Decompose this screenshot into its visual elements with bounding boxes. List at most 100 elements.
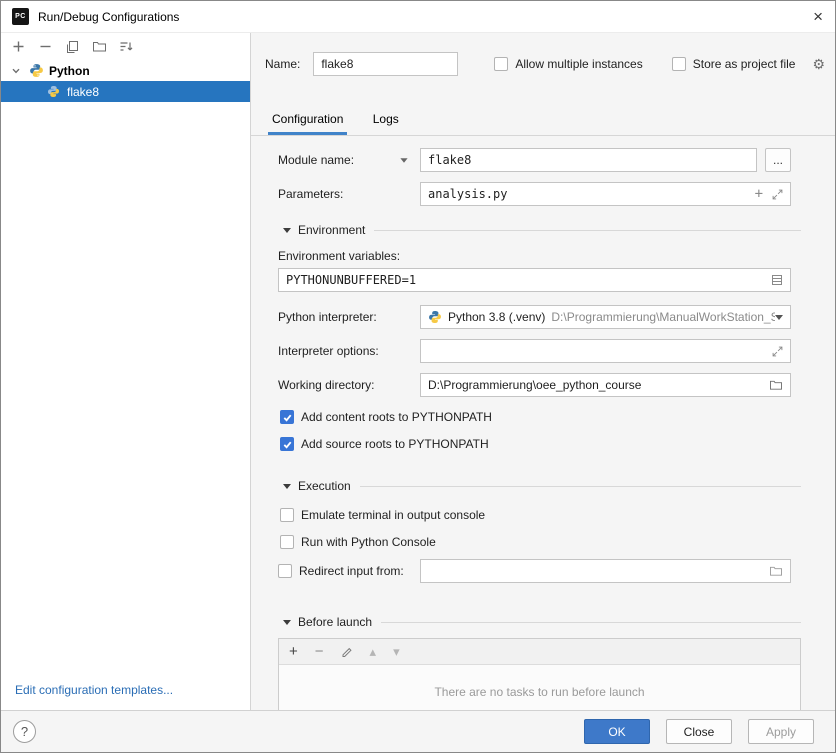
environment-variables-field[interactable]: PYTHONUNBUFFERED=1 [278, 268, 791, 292]
copy-configuration-icon[interactable] [64, 39, 80, 55]
tab-configuration[interactable]: Configuration [270, 106, 345, 135]
configurations-sidebar: Python flake8 Edit configuration templat… [1, 33, 251, 710]
remove-configuration-icon[interactable] [37, 39, 53, 55]
run-python-console-checkbox[interactable] [280, 535, 294, 549]
before-launch-list: + − ▴ ▾ There are no tasks to run before… [278, 638, 801, 710]
tab-logs[interactable]: Logs [371, 106, 401, 135]
add-content-roots-checkbox[interactable] [280, 410, 294, 424]
emulate-terminal-label: Emulate terminal in output console [301, 508, 485, 522]
tree-item-flake8[interactable]: flake8 [1, 81, 250, 102]
configuration-form: Module name: flake8 ... Parameters: anal… [251, 136, 835, 710]
ok-button[interactable]: OK [584, 719, 650, 744]
working-directory-field[interactable]: D:\Programmierung\oee_python_course [420, 373, 791, 397]
before-launch-empty-text: There are no tasks to run before launch [279, 665, 800, 710]
run-debug-configurations-dialog: PC Run/Debug Configurations × [0, 0, 836, 753]
close-button[interactable]: Close [666, 719, 732, 744]
interpreter-options-field[interactable] [420, 339, 791, 363]
python-icon [428, 310, 442, 324]
variables-list-icon[interactable] [771, 274, 783, 286]
run-python-console-row: Run with Python Console [280, 534, 801, 550]
collapse-triangle-icon [283, 484, 291, 489]
folder-icon[interactable] [769, 565, 783, 577]
working-directory-label: Working directory: [278, 378, 420, 392]
configuration-panel: Name: flake8 Allow multiple instances St… [251, 33, 835, 710]
store-as-project-file-option: Store as project file [672, 57, 796, 71]
sort-configurations-icon[interactable] [118, 39, 134, 55]
chevron-down-icon[interactable] [8, 63, 24, 79]
interpreter-options-label: Interpreter options: [278, 344, 420, 358]
redirect-input-checkbox[interactable] [278, 564, 292, 578]
name-row: Name: flake8 Allow multiple instances St… [265, 52, 829, 76]
titlebar: PC Run/Debug Configurations × [1, 1, 835, 33]
name-field[interactable]: flake8 [313, 52, 458, 76]
pycharm-icon: PC [12, 8, 29, 25]
interpreter-name: Python 3.8 (.venv) [448, 310, 545, 324]
help-icon[interactable]: ? [13, 720, 36, 743]
expand-field-icon[interactable] [772, 189, 783, 200]
redirect-input-field[interactable] [420, 559, 791, 583]
name-label: Name: [265, 57, 300, 71]
target-type-selector[interactable]: Module name: [278, 153, 420, 167]
add-source-roots-checkbox[interactable] [280, 437, 294, 451]
tab-bar: Configuration Logs [251, 106, 835, 136]
allow-multiple-instances-option: Allow multiple instances [494, 57, 642, 71]
store-as-project-file-checkbox[interactable] [672, 57, 686, 71]
execution-section-header[interactable]: Execution [278, 477, 801, 495]
chevron-down-icon [400, 158, 407, 163]
expand-field-icon[interactable] [772, 346, 783, 357]
close-icon[interactable]: × [813, 8, 823, 25]
before-launch-toolbar: + − ▴ ▾ [279, 639, 800, 665]
folder-icon[interactable] [769, 379, 783, 391]
run-python-console-label: Run with Python Console [301, 535, 436, 549]
allow-multiple-instances-checkbox[interactable] [494, 57, 508, 71]
gear-icon[interactable]: ⚙ [812, 57, 825, 71]
environment-variables-row: PYTHONUNBUFFERED=1 [278, 268, 791, 292]
redirect-input-row: Redirect input from: [278, 559, 791, 583]
parameters-row: Parameters: analysis.py + [278, 182, 791, 206]
add-configuration-icon[interactable] [10, 39, 26, 55]
execution-section-label: Execution [298, 479, 351, 493]
add-task-icon[interactable]: + [289, 644, 298, 659]
environment-section-header[interactable]: Environment [278, 221, 801, 239]
interpreter-options-row: Interpreter options: [278, 339, 791, 363]
tree-group-label: Python [49, 64, 90, 78]
edit-task-icon[interactable] [341, 646, 353, 658]
store-as-project-file-label: Store as project file [693, 57, 796, 71]
edit-configuration-templates-link[interactable]: Edit configuration templates... [1, 683, 250, 710]
add-macro-icon[interactable]: + [755, 187, 763, 201]
allow-multiple-instances-label: Allow multiple instances [515, 57, 642, 71]
combo-arrow-icon [775, 315, 783, 320]
emulate-terminal-row: Emulate terminal in output console [280, 507, 801, 523]
python-icon [28, 63, 44, 79]
python-interpreter-row: Python interpreter: Python 3.8 (.venv) D… [278, 305, 791, 329]
move-into-folder-icon[interactable] [91, 39, 107, 55]
before-launch-section-header[interactable]: Before launch [278, 613, 801, 631]
tree-group-python[interactable]: Python [1, 60, 250, 81]
collapse-triangle-icon [283, 620, 291, 625]
apply-button[interactable]: Apply [748, 719, 814, 744]
python-file-icon [45, 84, 61, 100]
configurations-tree: Python flake8 [1, 60, 250, 683]
parameters-label: Parameters: [278, 187, 420, 201]
dialog-footer: ? OK Close Apply [1, 710, 835, 752]
collapse-triangle-icon [283, 228, 291, 233]
remove-task-icon[interactable]: − [315, 644, 324, 659]
browse-button[interactable]: ... [765, 148, 791, 172]
parameters-field[interactable]: analysis.py + [420, 182, 791, 206]
emulate-terminal-checkbox[interactable] [280, 508, 294, 522]
dialog-body: Python flake8 Edit configuration templat… [1, 33, 835, 710]
move-up-icon[interactable]: ▴ [370, 645, 377, 658]
add-source-roots-label: Add source roots to PYTHONPATH [301, 437, 489, 451]
move-down-icon[interactable]: ▾ [393, 645, 400, 658]
python-interpreter-label: Python interpreter: [278, 310, 420, 324]
add-content-roots-label: Add content roots to PYTHONPATH [301, 410, 492, 424]
interpreter-path: D:\Programmierung\ManualWorkStation_Su [551, 310, 775, 324]
before-launch-section-label: Before launch [298, 615, 372, 629]
module-name-field[interactable]: flake8 [420, 148, 757, 172]
environment-section-label: Environment [298, 223, 365, 237]
tree-item-label: flake8 [67, 85, 99, 99]
redirect-input-label: Redirect input from: [299, 564, 404, 578]
module-name-row: Module name: flake8 ... [278, 148, 791, 172]
window-title: Run/Debug Configurations [38, 10, 179, 24]
python-interpreter-combobox[interactable]: Python 3.8 (.venv) D:\Programmierung\Man… [420, 305, 791, 329]
